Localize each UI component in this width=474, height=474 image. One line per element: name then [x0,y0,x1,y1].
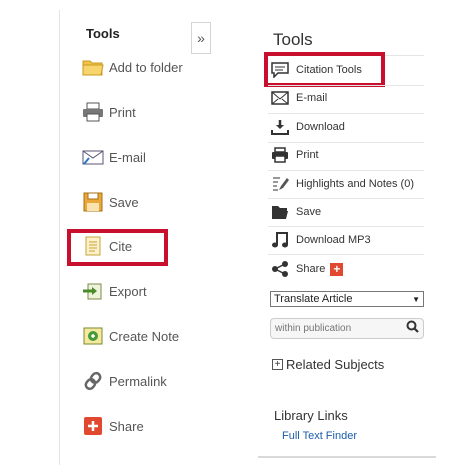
right-panel-title: Tools [273,30,313,49]
full-text-finder-link[interactable]: Full Text Finder [282,430,357,442]
divider [268,198,424,199]
left-panel-border [59,10,60,465]
related-subjects-label: Related Subjects [286,357,385,372]
search-icon[interactable] [406,320,419,338]
download-icon [270,117,290,137]
export-icon [82,280,104,302]
expand-icon: + [272,359,283,370]
save-button[interactable]: Save [270,201,321,223]
divider [268,85,424,86]
left-panel-title: Tools [86,26,120,41]
email-icon [82,146,104,168]
download-mp3-label: Download MP3 [296,234,371,246]
print-button[interactable]: Print [270,144,319,166]
divider [268,113,424,114]
share-icon [270,259,290,279]
print-button[interactable]: Print [82,99,136,125]
printer-icon [270,145,290,165]
divider [268,170,424,171]
translate-article-select[interactable]: Translate Article ▼ [270,291,424,307]
share-button[interactable]: Share + [270,258,344,280]
export-button[interactable]: Export [82,278,147,304]
download-button[interactable]: Download [270,116,345,138]
save-button[interactable]: Save [82,189,139,215]
add-to-folder-label: Add to folder [109,59,183,75]
permalink-label: Permalink [109,373,167,389]
permalink-button[interactable]: Permalink [82,368,167,394]
related-subjects-toggle[interactable]: + Related Subjects [272,357,384,372]
export-label: Export [109,283,147,299]
printer-icon [82,101,104,123]
divider [268,254,424,255]
divider [268,226,424,227]
print-label: Print [296,149,319,161]
share-button[interactable]: Share [82,413,144,439]
folder-icon [270,202,290,222]
folder-icon [82,56,104,78]
dropdown-arrow-icon: ▼ [412,294,420,304]
add-to-folder-button[interactable]: Add to folder [82,54,183,80]
highlights-notes-label: Highlights and Notes (0) [296,178,415,190]
share-icon [82,415,104,437]
cite-highlight-box [67,229,168,266]
share-label: Share [109,418,144,434]
music-icon [270,230,290,250]
highlights-notes-button[interactable]: Highlights and Notes (0) [270,173,414,195]
share-plus-icon[interactable]: + [330,262,344,276]
translate-selected-value: Translate Article [274,293,353,305]
citation-tools-highlight-box [264,52,385,87]
email-label: E-mail [109,149,146,165]
envelope-icon [270,88,290,108]
library-links-title: Library Links [274,408,348,423]
note-icon [82,325,104,347]
search-within-publication[interactable] [270,318,424,339]
email-button[interactable]: E-mail [270,87,327,109]
create-note-button[interactable]: Create Note [82,323,179,349]
email-label: E-mail [296,92,328,104]
share-label: Share [296,263,326,275]
save-label: Save [109,194,139,210]
divider [268,142,424,143]
bottom-divider [258,456,436,458]
download-label: Download [296,121,345,133]
highlight-icon [270,174,290,194]
search-input[interactable] [275,323,395,334]
download-mp3-button[interactable]: Download MP3 [270,229,371,251]
print-label: Print [109,104,136,120]
collapse-panel-button[interactable]: » [191,22,211,54]
create-note-label: Create Note [109,328,180,344]
save-label: Save [296,206,322,218]
email-button[interactable]: E-mail [82,144,146,170]
link-icon [82,370,104,392]
save-icon [82,191,104,213]
